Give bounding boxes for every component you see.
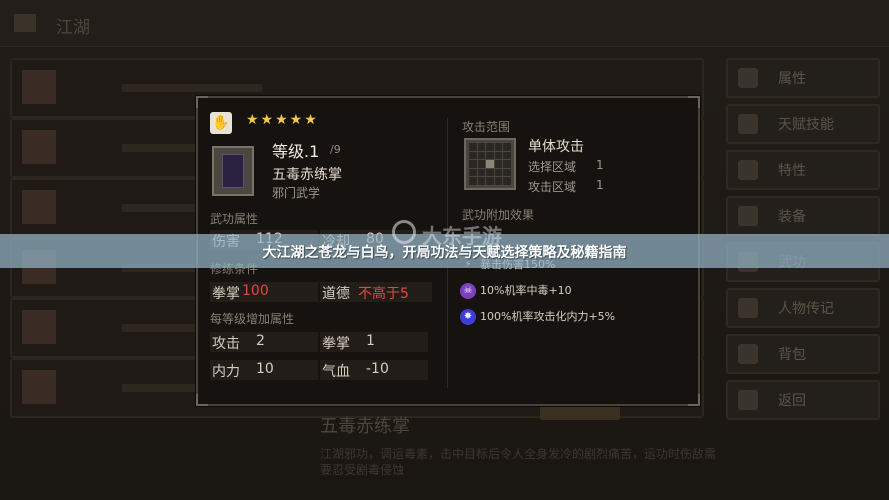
- bonus-inner-power-stat: 内力 10: [210, 360, 318, 380]
- stat-label: 气血: [322, 364, 350, 380]
- burst-icon: ✸: [460, 309, 476, 325]
- back-icon: [738, 390, 758, 410]
- stat-label: 拳掌: [322, 336, 350, 352]
- menu-icon: [14, 14, 36, 32]
- sidebar-label: 特性: [778, 163, 806, 179]
- skill-category: 邪门武学: [272, 186, 321, 200]
- range-value: 1: [596, 158, 604, 172]
- sidebar-button-attributes[interactable]: 属性: [726, 58, 880, 98]
- stat-value: 不高于5: [358, 286, 409, 302]
- range-name: 单体攻击: [528, 139, 584, 155]
- range-attack-row: 攻击区域 1: [528, 178, 618, 195]
- range-value: 1: [596, 178, 604, 192]
- stat-label: 道德: [322, 286, 350, 302]
- portrait-icon: [22, 130, 56, 164]
- corner-ornament: [196, 394, 208, 406]
- range-label: 选择区域: [528, 160, 577, 174]
- sidebar-label: 天赋技能: [778, 117, 834, 133]
- attr-section-title: 武功属性: [210, 212, 259, 226]
- sidebar-label: 装备: [778, 209, 806, 225]
- portrait-icon: [22, 370, 56, 404]
- bag-icon: [738, 344, 758, 364]
- effect-text: 100%机率攻击化内力+5%: [480, 310, 616, 323]
- portrait-icon: [22, 190, 56, 224]
- person-icon: [738, 68, 758, 88]
- sidebar-button-traits[interactable]: 特性: [726, 150, 880, 190]
- range-select-row: 选择区域 1: [528, 158, 618, 175]
- stat-label: 攻击: [212, 336, 240, 352]
- background-description: 五毒赤练掌 江湖邪功，调运毒素，击中目标后令人全身发冷的剧烈痛苦，运功时伤敌需要…: [320, 412, 720, 478]
- skill-name: 五毒赤练掌: [272, 167, 342, 183]
- sidebar-label: 背包: [778, 347, 806, 363]
- watermark-logo-icon: [392, 220, 416, 244]
- manual-icon: [222, 154, 244, 188]
- sidebar-button-equipment[interactable]: 装备: [726, 196, 880, 236]
- bg-desc-text: 江湖邪功，调运毒素，击中目标后令人全身发冷的剧烈痛苦，运功时伤敌需要忍受剧毒侵蚀: [320, 447, 717, 477]
- book-icon: [738, 298, 758, 318]
- title-bar: 江湖: [0, 0, 889, 47]
- sword-icon: [738, 206, 758, 226]
- sidebar-button-talents[interactable]: 天赋技能: [726, 104, 880, 144]
- sidebar-button-biography[interactable]: 人物传记: [726, 288, 880, 328]
- sidebar-button-back[interactable]: 返回: [726, 380, 880, 420]
- effect-inner-power: ✸ 100%机率攻击化内力+5%: [460, 308, 615, 325]
- skill-book-icon: [212, 146, 254, 196]
- site-watermark: 大东手游: [392, 218, 522, 248]
- stat-value: 10: [256, 361, 274, 377]
- stat-label: 拳掌: [212, 286, 240, 302]
- stat-value: 2: [256, 333, 265, 349]
- effect-text: 10%机率中毒+10: [480, 284, 572, 297]
- sidebar-label: 人物传记: [778, 301, 834, 317]
- palm-icon: ✋: [210, 112, 232, 134]
- stat-value: -10: [366, 361, 389, 377]
- req-fist-stat: 拳掌 100: [210, 282, 318, 302]
- trait-icon: [738, 160, 758, 180]
- effect-poison: ☠ 10%机率中毒+10: [460, 282, 572, 299]
- attack-range-grid: [464, 138, 516, 190]
- corner-ornament: [196, 96, 208, 108]
- row-bar: [122, 84, 262, 92]
- stat-value: 1: [366, 333, 375, 349]
- bonus-section-title: 每等级增加属性: [210, 312, 295, 326]
- portrait-icon: [22, 70, 56, 104]
- talent-icon: [738, 114, 758, 134]
- corner-ornament: [688, 394, 700, 406]
- req-morality-stat: 道德 不高于5: [320, 282, 432, 302]
- sidebar-label: 返回: [778, 393, 806, 409]
- skill-level: 等级.1: [272, 142, 320, 161]
- bonus-attack-stat: 攻击 2: [210, 332, 318, 352]
- watermark-text: 大东手游: [422, 224, 502, 248]
- stat-value: 100: [242, 283, 269, 299]
- bonus-fist-stat: 拳掌 1: [320, 332, 428, 352]
- bonus-hp-stat: 气血 -10: [320, 360, 428, 380]
- corner-ornament: [688, 96, 700, 108]
- range-label: 攻击区域: [528, 180, 577, 194]
- sidebar-label: 属性: [778, 71, 806, 87]
- screen-title: 江湖: [56, 18, 90, 38]
- bg-desc-title: 五毒赤练掌: [320, 416, 410, 437]
- stat-label: 内力: [212, 364, 240, 380]
- portrait-icon: [22, 310, 56, 344]
- star-rating: ★★★★★: [246, 112, 319, 128]
- skull-icon: ☠: [460, 283, 476, 299]
- sidebar-button-bag[interactable]: 背包: [726, 334, 880, 374]
- range-section-title: 攻击范围: [462, 120, 511, 134]
- skill-level-max: /9: [330, 143, 341, 156]
